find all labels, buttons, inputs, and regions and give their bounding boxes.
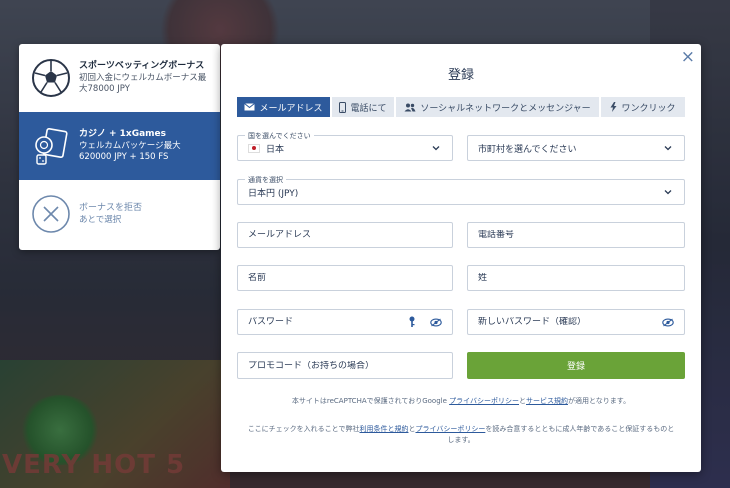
country-label: 国を選んでください [245, 131, 314, 141]
consent-text: ここにチェックを入れることで弊社 [247, 425, 360, 433]
password-field[interactable] [237, 309, 453, 335]
bonus-desc: あとで選択 [79, 214, 122, 225]
password-confirm-input[interactable] [478, 317, 662, 327]
phone-field[interactable] [467, 222, 685, 248]
recaptcha-suffix: が適用となります。 [568, 397, 631, 405]
promo-code-field[interactable] [237, 352, 453, 379]
city-select[interactable]: 市町村を選んでください [467, 135, 685, 161]
promo-code-input[interactable] [248, 360, 442, 371]
tab-label: メールアドレス [259, 103, 323, 114]
currency-select[interactable]: 通貨を選択 日本円 (JPY) [237, 175, 685, 205]
registration-modal: × 登録 メールアドレス 電話にて ソーシャルネットワークとメッセンジャー ワン… [221, 44, 701, 472]
password-input[interactable] [248, 317, 408, 327]
soccer-ball-icon [31, 58, 71, 98]
tab-email[interactable]: メールアドレス [237, 97, 330, 117]
register-button[interactable]: 登録 [467, 352, 685, 379]
recaptcha-and: と [519, 397, 526, 405]
last-name-field[interactable] [467, 265, 685, 291]
bonus-title: スポーツベッティングボーナス [79, 61, 205, 71]
country-select[interactable]: 国を選んでください 日本 [237, 131, 453, 161]
consent-notice: ここにチェックを入れることで弊社利用条件と規約とプライバシーポリシーを読み合意す… [245, 424, 677, 446]
first-name-input[interactable] [248, 273, 442, 283]
phone-icon [339, 101, 347, 113]
tab-label: 電話にて [350, 103, 387, 114]
japan-flag-icon [248, 143, 260, 153]
lightning-icon [610, 102, 617, 112]
chevron-down-icon [664, 146, 672, 151]
registration-tabs: メールアドレス 電話にて ソーシャルネットワークとメッセンジャー ワンクリック [237, 97, 685, 117]
currency-label: 通貨を選択 [245, 175, 286, 185]
bonus-desc: 初回入金にウェルカムボーナス最大78000 JPY [79, 73, 207, 94]
country-value: 日本 [266, 144, 285, 155]
users-icon [404, 103, 416, 111]
terms-and-conditions-link[interactable]: 利用条件と規約 [359, 425, 408, 433]
currency-value: 日本円 (JPY) [248, 188, 299, 199]
tab-label: ワンクリック [621, 103, 676, 114]
reject-x-icon [31, 194, 71, 234]
eye-slash-icon[interactable] [430, 318, 442, 327]
recaptcha-notice: 本サイトはreCAPTCHAで保護されておりGoogle プライバシーポリシーと… [245, 396, 677, 407]
city-placeholder: 市町村を選んでください [478, 144, 577, 155]
privacy-policy-link[interactable]: プライバシーポリシー [449, 397, 519, 405]
tab-one-click[interactable]: ワンクリック [601, 97, 685, 117]
chevron-down-icon [664, 190, 672, 195]
password-confirm-field[interactable] [467, 309, 685, 335]
key-icon[interactable] [408, 316, 416, 328]
email-input[interactable] [248, 230, 442, 240]
bonus-option-casino[interactable]: カジノ + 1xGames ウェルカムパッケージ最大620000 JPY + 1… [19, 112, 220, 180]
bonus-desc: ウェルカムパッケージ最大620000 JPY + 150 FS [79, 141, 181, 162]
consent-privacy-link[interactable]: プライバシーポリシー [415, 425, 485, 433]
phone-input[interactable] [478, 230, 674, 240]
bonus-option-reject[interactable]: ボーナスを拒否 あとで選択 [19, 180, 220, 248]
chevron-down-icon [432, 146, 440, 151]
last-name-input[interactable] [478, 273, 674, 283]
tab-label: ソーシャルネットワークとメッセンジャー [420, 103, 591, 114]
envelope-icon [244, 103, 256, 111]
bonus-panel: スポーツベッティングボーナス 初回入金にウェルカムボーナス最大78000 JPY… [19, 44, 220, 250]
bonus-option-sports[interactable]: スポーツベッティングボーナス 初回入金にウェルカムボーナス最大78000 JPY [19, 44, 220, 112]
bonus-title: ボーナスを拒否 [79, 202, 143, 213]
eye-slash-icon[interactable] [662, 318, 674, 327]
terms-of-service-link[interactable]: サービス規約 [526, 397, 568, 405]
tab-phone[interactable]: 電話にて [332, 97, 394, 117]
bonus-title: カジノ + 1xGames [79, 129, 166, 139]
first-name-field[interactable] [237, 265, 453, 291]
casino-chips-icon [31, 126, 71, 166]
email-field[interactable] [237, 222, 453, 248]
tab-social[interactable]: ソーシャルネットワークとメッセンジャー [396, 97, 599, 117]
modal-title: 登録 [447, 68, 474, 83]
recaptcha-text: 本サイトはreCAPTCHAで保護されておりGoogle [291, 397, 450, 405]
